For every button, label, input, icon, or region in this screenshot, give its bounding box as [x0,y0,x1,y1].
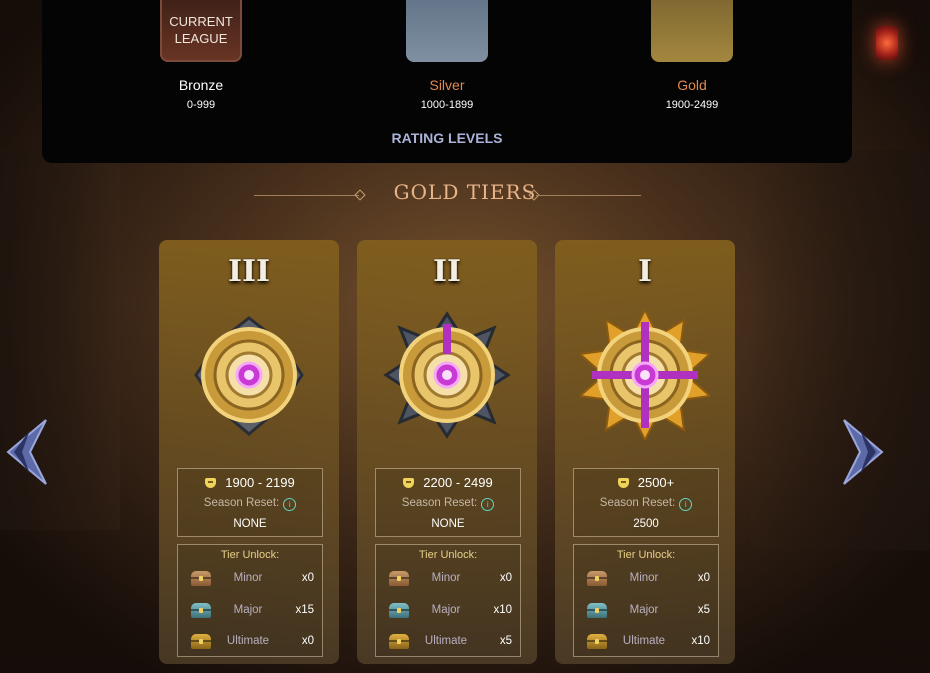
tier-unlock-title: Tier Unlock: [418,549,478,561]
chevron-right-icon[interactable] [842,416,890,488]
chest-name: Ultimate [622,635,666,647]
rank-range-row: 2500+ [574,475,718,490]
bronze-swatch: CURRENT LEAGUE [160,0,242,62]
info-icon[interactable]: i [679,498,693,511]
season-reset-label: Season Reset: [401,497,478,509]
league-bronze[interactable]: CURRENT LEAGUE Bronze 0-999 [121,0,281,111]
tier-unlock-box: Tier Unlock: Minor x0 Major x15 Ultimate… [177,544,323,657]
league-name: Bronze [178,77,224,93]
rating-levels-label: RATING LEVELS [391,130,503,146]
league-range: 0-999 [186,99,216,111]
chest-row-ultimate: Ultimate x5 [376,631,520,653]
rank-range: 2500+ [637,475,675,490]
shield-icon [205,478,217,488]
season-reset-row: Season Reset: i [178,497,322,511]
gold-tier-1-emblem-icon [580,310,710,440]
season-reset-label: Season Reset: [599,497,676,509]
league-silver[interactable]: Silver 1000-1899 [367,0,527,111]
current-league-label: CURRENT LEAGUE [169,14,233,46]
rank-info-box: 2500+ Season Reset: i 2500 [573,468,719,537]
season-reset-value: 2500 [633,518,659,530]
tier-numeral: III [227,254,271,289]
chest-row-minor: Minor x0 [574,568,718,590]
chest-name: Major [233,604,263,616]
tier-card-2[interactable]: II 2200 - 2499 Season Reset: i NONE Tier … [357,240,537,664]
rank-range-row: 2200 - 2499 [376,475,520,490]
gold-swatch [651,0,733,62]
chest-row-major: Major x10 [376,600,520,622]
chest-row-ultimate: Ultimate x0 [178,631,322,653]
shield-icon [617,478,629,488]
chest-name: Minor [233,572,263,584]
gold-tier-3-emblem-icon [194,316,304,436]
chest-qty: x10 [493,604,512,616]
silver-swatch [406,0,488,62]
tier-card-3[interactable]: III 1900 - 2199 Season Reset: i NONE Tier… [159,240,339,664]
minor-chest-icon [587,571,607,586]
chest-qty: x5 [499,635,512,647]
tier-unlock-box: Tier Unlock: Minor x0 Major x5 Ultimate … [573,544,719,657]
league-range: 1900-2499 [665,99,719,111]
chest-qty: x0 [301,572,314,584]
tier-unlock-title: Tier Unlock: [616,549,676,561]
league-range: 1000-1899 [420,99,474,111]
season-reset-value: NONE [233,518,267,530]
chest-name: Major [629,604,659,616]
season-reset-label: Season Reset: [203,497,280,509]
ultimate-chest-icon [191,634,211,649]
chest-name: Minor [431,572,461,584]
title-divider-right [536,195,641,196]
major-chest-icon [191,603,211,618]
season-reset-value: NONE [431,518,465,530]
info-icon[interactable]: i [481,498,495,511]
rank-info-box: 1900 - 2199 Season Reset: i NONE [177,468,323,537]
chest-name: Minor [629,572,659,584]
chevron-left-icon[interactable] [0,416,48,488]
chest-qty: x10 [691,635,710,647]
minor-chest-icon [191,571,211,586]
rank-range: 2200 - 2499 [423,475,493,490]
chest-row-major: Major x5 [574,600,718,622]
rank-range: 1900 - 2199 [225,475,295,490]
minor-chest-icon [389,571,409,586]
gold-tier-2-emblem-icon [383,311,511,439]
chest-row-major: Major x15 [178,600,322,622]
tier-numeral: I [637,254,653,289]
chest-name: Ultimate [424,635,468,647]
rating-levels-panel: CURRENT LEAGUE Bronze 0-999 Silver 1000-… [42,0,852,163]
background-right-shelf [750,150,930,550]
chest-qty: x0 [697,572,710,584]
tier-numeral: II [432,254,462,289]
chest-qty: x5 [697,604,710,616]
league-name: Silver [429,77,465,93]
ultimate-chest-icon [389,634,409,649]
chest-qty: x15 [295,604,314,616]
info-icon[interactable]: i [283,498,297,511]
league-gold[interactable]: Gold 1900-2499 [612,0,772,111]
chest-row-minor: Minor x0 [178,568,322,590]
chest-qty: x0 [499,572,512,584]
season-reset-row: Season Reset: i [376,497,520,511]
chest-name: Major [431,604,461,616]
chest-name: Ultimate [226,635,270,647]
major-chest-icon [389,603,409,618]
season-reset-row: Season Reset: i [574,497,718,511]
section-title: GOLD TIERS [393,180,537,204]
tier-unlock-title: Tier Unlock: [220,549,280,561]
tier-unlock-box: Tier Unlock: Minor x0 Major x10 Ultimate… [375,544,521,657]
major-chest-icon [587,603,607,618]
shield-icon [403,478,415,488]
rank-info-box: 2200 - 2499 Season Reset: i NONE [375,468,521,537]
chest-row-minor: Minor x0 [376,568,520,590]
tier-card-1[interactable]: I 2500+ Season Reset: i 2500 Tier Unlock:… [555,240,735,664]
league-name: Gold [677,77,707,93]
ultimate-chest-icon [587,634,607,649]
rank-range-row: 1900 - 2199 [178,475,322,490]
lantern-decoration [876,26,898,60]
chest-qty: x0 [301,635,314,647]
chest-row-ultimate: Ultimate x10 [574,631,718,653]
